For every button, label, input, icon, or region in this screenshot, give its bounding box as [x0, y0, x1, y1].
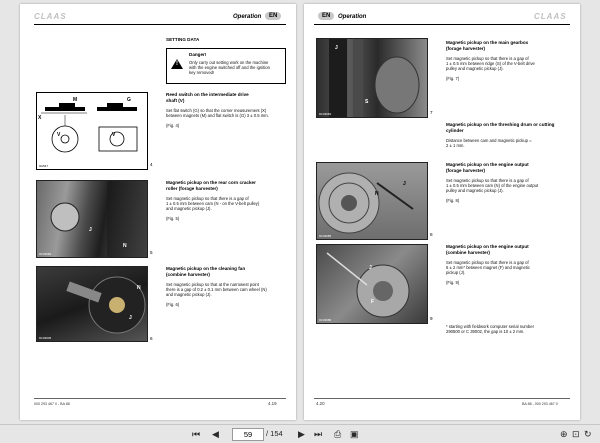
photo-code: 9C33686 [319, 318, 332, 322]
block-title: Magnetic pickup on the cleaning fan [166, 266, 246, 271]
figure-9-photo: J F 9C33686 [316, 244, 428, 324]
language-badge: EN [318, 12, 335, 20]
claas-logo: CLAAS [534, 12, 567, 21]
block-title: shaft (V) [166, 98, 185, 103]
footer-code: 000 293 467 0 - BA 88 [34, 402, 70, 406]
fig-ref: (Fig. 9) [446, 280, 460, 285]
label-j: J [369, 265, 372, 271]
block-title: Magnetic pickup on the main gearbox [446, 40, 529, 45]
label-s: S [365, 99, 369, 105]
fig-ref: (Fig. 6) [166, 302, 180, 307]
fit-icon[interactable]: ⊡ [572, 429, 580, 439]
language-badge: EN [265, 12, 282, 20]
block-body: and magnetic pickup (J). [166, 206, 212, 211]
page-number: 4.20 [316, 401, 325, 406]
label-m: M [73, 97, 78, 103]
footer-rule [314, 398, 570, 399]
figure-6-photo: N J 9C33945 [36, 266, 148, 342]
label-j: J [129, 315, 132, 321]
fig-ref: (Fig. 8) [446, 198, 460, 203]
block-body: 2 ± 1 mm. [446, 143, 465, 148]
figure-number: 7 [430, 110, 433, 115]
block-title: (combine harvester) [446, 250, 490, 255]
photo-code: 9C33685 [319, 234, 332, 238]
label-j: J [335, 45, 338, 51]
figure-5-photo: J N 9C33684 [36, 180, 148, 258]
page-number-input[interactable]: 59 [232, 428, 264, 441]
figure-7-photo: J S 9C33684 [316, 38, 428, 118]
block-title: (forage harvester) [446, 168, 486, 173]
label-n: N [375, 191, 379, 197]
header-title: Operation [338, 14, 367, 20]
danger-box: Danger! Only carry out setting work on t… [166, 48, 286, 84]
danger-line: key removed! [189, 70, 215, 75]
first-page-button[interactable]: ⏮ [192, 429, 200, 439]
figure-number: 9 [430, 316, 433, 321]
block-title: Magnetic pickup on the engine output [446, 162, 529, 167]
label-j: J [89, 227, 92, 233]
label-g: G [127, 97, 131, 103]
label-j: J [403, 181, 406, 187]
photo-code: 9G547 [39, 164, 49, 168]
block-title: Magnetic pickup on the engine output [446, 244, 529, 249]
page-number: 4.19 [268, 401, 277, 406]
label-f: F [371, 299, 375, 305]
block-title: Reed switch on the intermediate drive [166, 92, 249, 97]
danger-title: Danger! [189, 52, 207, 57]
label-n: N [123, 243, 127, 249]
section-title: SETTING DATA [166, 37, 200, 42]
figure-number: 6 [150, 336, 153, 341]
figure-8-photo: N J 9C33685 [316, 162, 428, 240]
last-page-button[interactable]: ⏭ [314, 429, 322, 439]
label-v: V [112, 132, 116, 138]
print-icon[interactable]: ⎙ [334, 429, 341, 439]
block-title: roller (forage harvester) [166, 186, 218, 191]
header-title: Operation [233, 14, 262, 20]
photo-code: 9C33684 [39, 252, 52, 256]
block-title: Magnetic pickup on the threshing drum or… [446, 122, 555, 127]
block-title: (combine harvester) [166, 272, 210, 277]
fig-ref: (Fig. 7) [446, 76, 460, 81]
claas-logo: CLAAS [34, 12, 67, 21]
warning-icon [171, 59, 183, 69]
block-title: Magnetic pickup on the rear corn cracker [166, 180, 256, 185]
prev-page-button[interactable]: ◀ [212, 429, 219, 439]
photo-code: 9C33945 [39, 336, 52, 340]
left-page: CLAAS Operation EN SETTING DATA Danger! … [20, 4, 296, 420]
block-title: (forage harvester) [446, 46, 486, 51]
footer-code: BA 88 - 000 293 467 0 [522, 402, 558, 406]
zoom-icon[interactable]: ⊕ [560, 429, 568, 439]
next-page-button[interactable]: ▶ [298, 429, 305, 439]
block-body: between magnets (M) and flat switch is (… [166, 113, 269, 118]
label-v: V [57, 132, 61, 138]
block-body: pulley and magnetic pickup (J). [446, 66, 504, 71]
figure-number: 8 [430, 232, 433, 237]
label-x: X [38, 115, 42, 121]
viewer-toolbar: ⏮ ◀ 59 / 154 ▶ ⏭ ⎙ ▣ ⊕ ⊡ ↻ [0, 424, 600, 443]
rotate-icon[interactable]: ↻ [584, 429, 592, 439]
photo-code: 9C33684 [319, 112, 332, 116]
footnote: 290500 or C 39002, the gap is 10 ± 2 mm. [446, 329, 525, 334]
header-rule [314, 24, 570, 25]
figure-number: 4 [150, 162, 153, 167]
right-page: EN Operation CLAAS J S 9C33684 7 N J 9C3… [304, 4, 580, 420]
block-body: and magnetic pickup (J). [166, 292, 212, 297]
header-rule [34, 24, 286, 25]
fig-ref: (Fig. 5) [166, 216, 180, 221]
fig-ref: (Fig. 4) [166, 123, 180, 128]
block-body: pickup (J). [446, 270, 466, 275]
page-total: / 154 [266, 429, 283, 438]
label-n: N [137, 285, 141, 291]
block-body: pulley and magnetic pickup (J). [446, 188, 504, 193]
save-icon[interactable]: ▣ [350, 429, 359, 439]
figure-number: 5 [150, 250, 153, 255]
block-title: cylinder [446, 128, 464, 133]
figure-4-drawing: X V V M G 9G547 [36, 92, 148, 170]
footer-rule [34, 398, 286, 399]
